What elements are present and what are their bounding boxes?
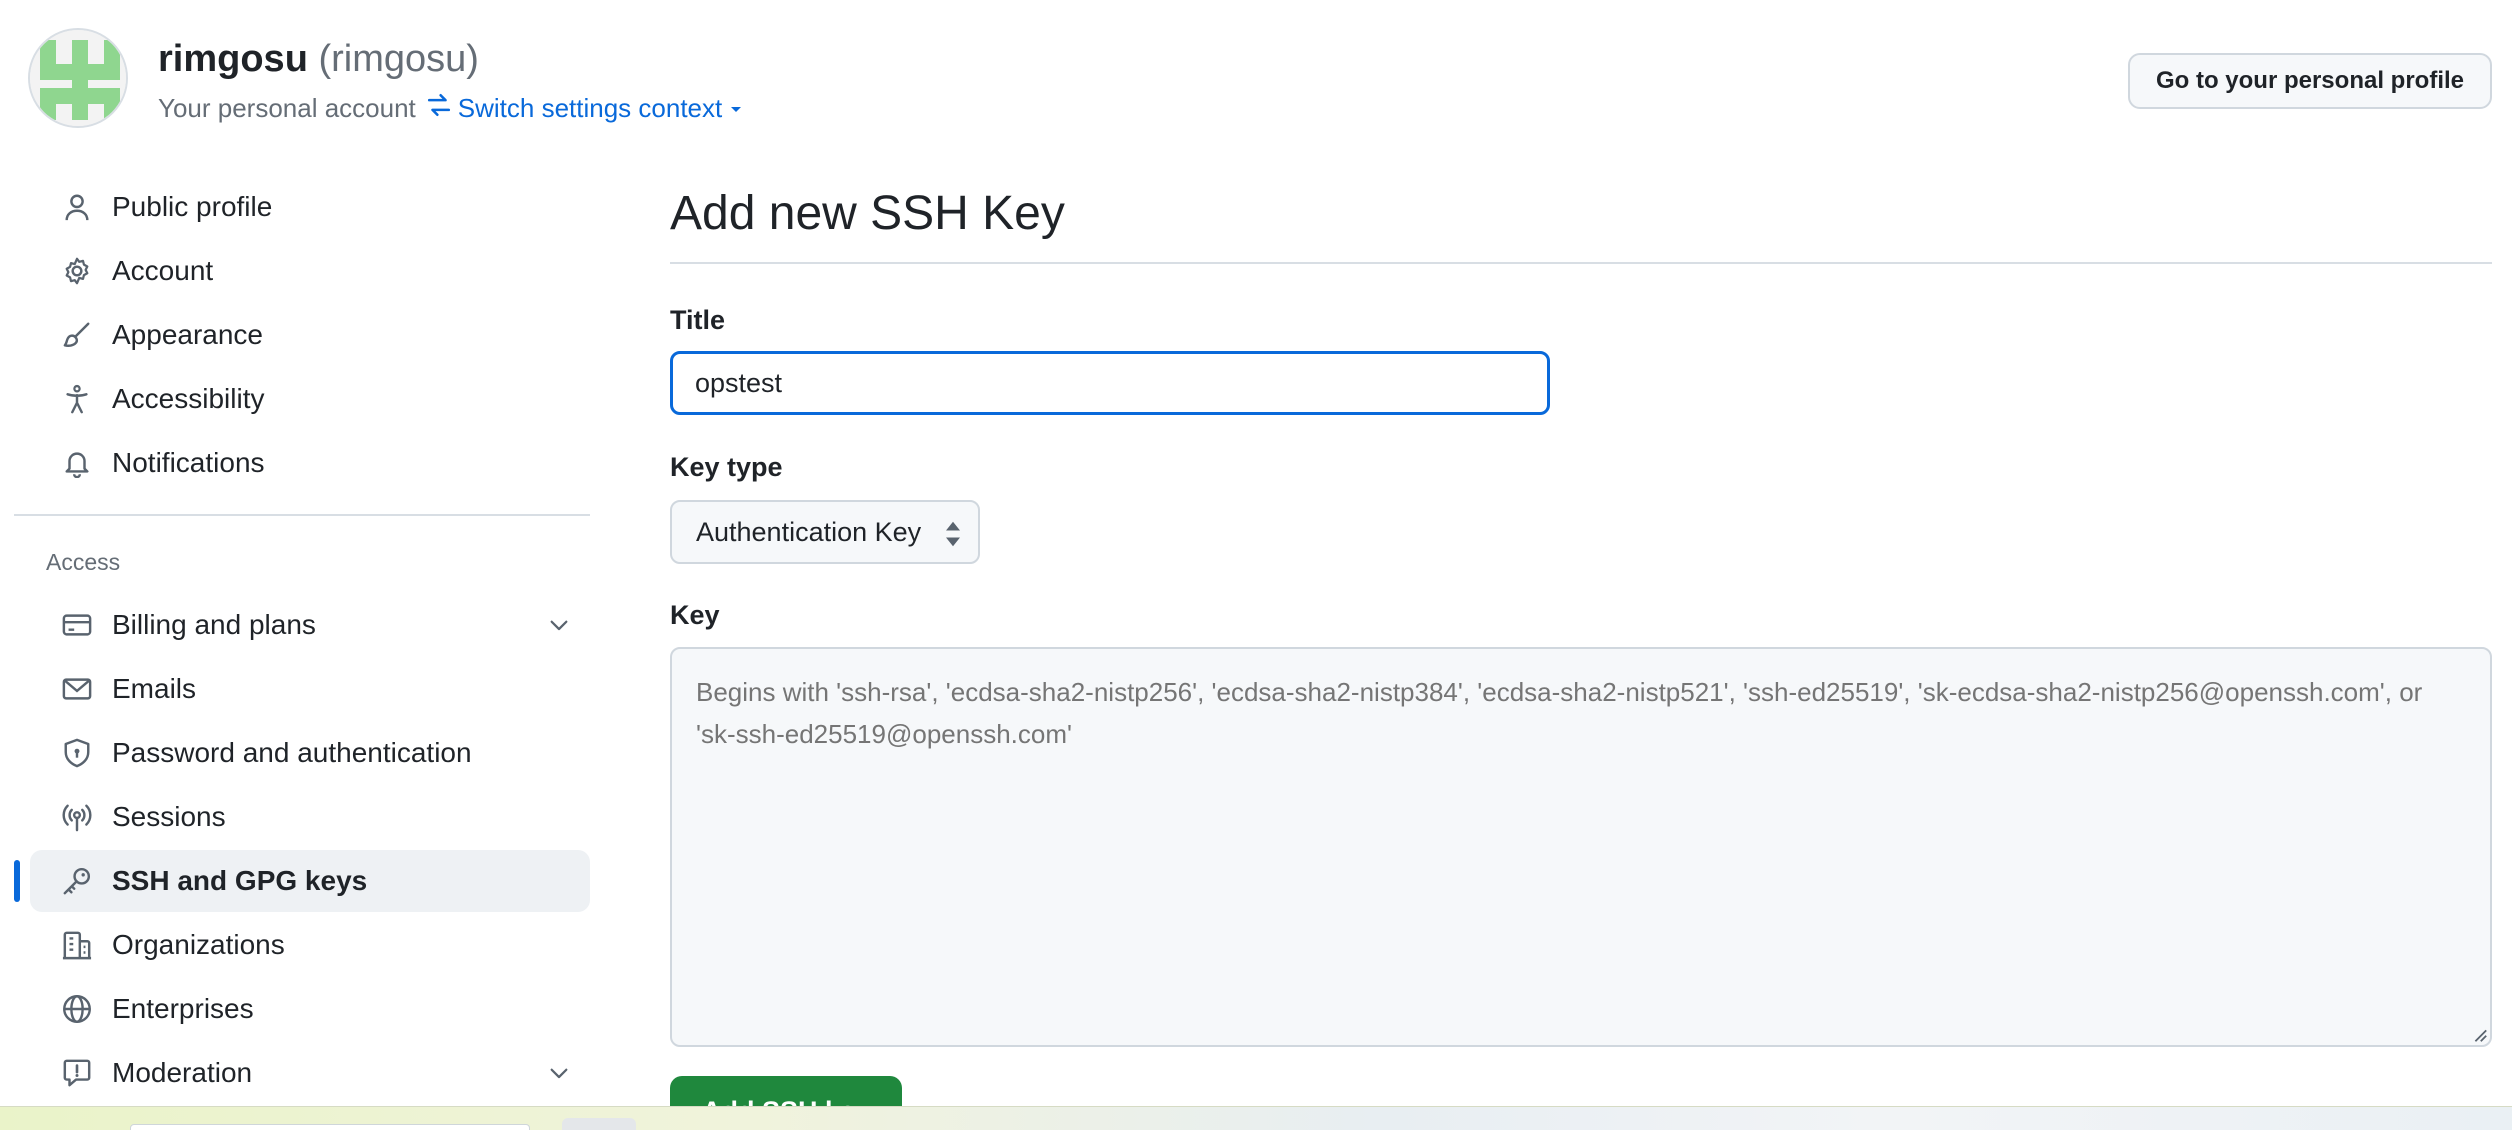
title-divider [670, 262, 2492, 264]
sidebar-item-public-profile[interactable]: Public profile [30, 176, 590, 238]
sidebar-item-notifications[interactable]: Notifications [30, 432, 590, 494]
active-indicator [14, 860, 20, 902]
sidebar-item-ssh-gpg-keys[interactable]: SSH and GPG keys [14, 850, 590, 912]
sidebar-item-organizations[interactable]: Organizations [30, 914, 590, 976]
account-context: Your personal account Switch settings co… [158, 92, 744, 125]
sidebar-item-label: Password and authentication [112, 737, 472, 768]
bell-icon [60, 446, 94, 480]
sidebar-item-label: Moderation [112, 1057, 253, 1088]
switch-context-link[interactable]: Switch settings context [426, 92, 744, 125]
sidebar-item-accessibility[interactable]: Accessibility [30, 368, 590, 430]
username: (rimgosu) [318, 38, 479, 80]
select-updown-icon [944, 520, 962, 555]
organization-icon [60, 928, 94, 962]
sidebar-item-sessions[interactable]: Sessions [30, 786, 590, 848]
sidebar-item-moderation[interactable]: Moderation [30, 1042, 590, 1104]
key-textarea[interactable] [670, 647, 2492, 1047]
settings-sidebar: Public profile Account Appearance Access… [14, 176, 590, 1106]
gear-icon [60, 254, 94, 288]
sidebar-section-access: Access [46, 548, 121, 575]
sidebar-item-label: Notifications [112, 447, 265, 478]
sidebar-item-label: Enterprises [112, 993, 254, 1024]
sidebar-item-label: Billing and plans [112, 609, 316, 640]
key-type-label: Key type [670, 452, 783, 482]
taskbar-item[interactable] [562, 1118, 636, 1130]
person-icon [60, 190, 94, 224]
title-input[interactable] [670, 351, 1550, 415]
sidebar-item-emails[interactable]: Emails [30, 658, 590, 720]
accessibility-icon [60, 382, 94, 416]
paintbrush-icon [60, 318, 94, 352]
sidebar-item-label: Accessibility [112, 383, 265, 414]
key-icon [60, 864, 94, 898]
sidebar-item-label: SSH and GPG keys [112, 865, 368, 896]
report-icon [60, 1056, 94, 1090]
sidebar-item-enterprises[interactable]: Enterprises [30, 978, 590, 1040]
settings-page: rimgosu (rimgosu) Your personal account … [0, 0, 2512, 1130]
credit-card-icon [60, 608, 94, 642]
resize-handle-icon[interactable] [2470, 1025, 2488, 1048]
key-label: Key [670, 600, 720, 630]
sidebar-item-label: Emails [112, 673, 197, 704]
account-type-label: Your personal account [158, 93, 416, 123]
display-name: rimgosu [158, 38, 308, 80]
go-to-profile-button[interactable]: Go to your personal profile [2127, 53, 2492, 109]
sidebar-item-label: Account [112, 255, 214, 286]
chevron-down-icon[interactable] [546, 1060, 572, 1093]
key-type-select[interactable]: Authentication Key [670, 500, 980, 564]
key-type-value: Authentication Key [696, 516, 922, 547]
shield-lock-icon [60, 736, 94, 770]
mail-icon [60, 672, 94, 706]
arrow-switch-icon [426, 92, 452, 125]
sidebar-item-label: Sessions [112, 801, 226, 832]
sidebar-item-label: Public profile [112, 191, 273, 222]
sidebar-item-account[interactable]: Account [30, 240, 590, 302]
sidebar-item-label: Appearance [112, 319, 264, 350]
caret-down-icon [728, 93, 744, 124]
account-name: rimgosu (rimgosu) [158, 38, 479, 81]
taskbar-item[interactable] [130, 1124, 530, 1130]
sidebar-item-password-authentication[interactable]: Password and authentication [30, 722, 590, 784]
chevron-down-icon[interactable] [546, 612, 572, 645]
title-label: Title [670, 305, 726, 335]
switch-context-label: Switch settings context [457, 93, 723, 123]
sidebar-divider [14, 514, 590, 516]
sidebar-item-billing[interactable]: Billing and plans [30, 594, 590, 656]
globe-icon [60, 992, 94, 1026]
broadcast-icon [60, 800, 94, 834]
sidebar-item-label: Organizations [112, 929, 285, 960]
sidebar-item-appearance[interactable]: Appearance [30, 304, 590, 366]
page-title: Add new SSH Key [670, 187, 1065, 240]
avatar[interactable] [28, 28, 128, 128]
